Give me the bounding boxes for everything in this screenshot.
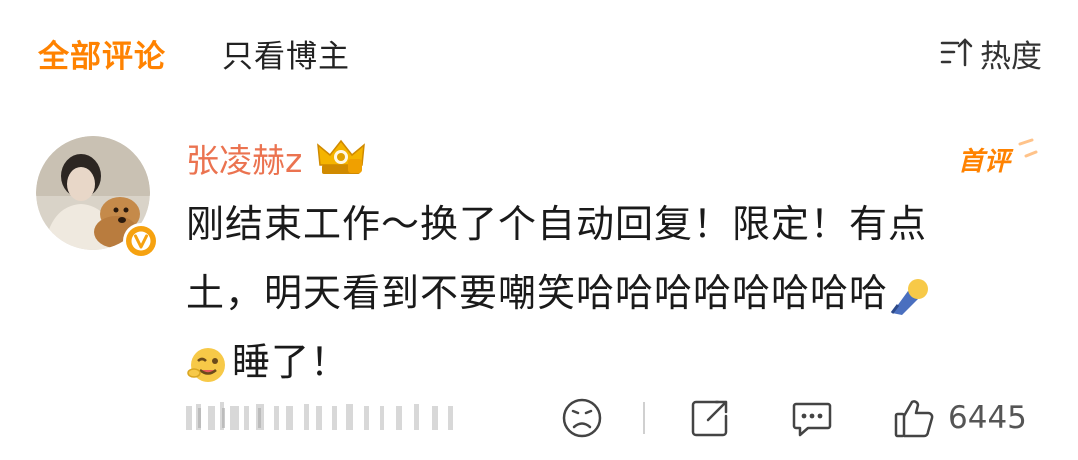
- sort-label: 热度: [980, 38, 1042, 75]
- blurred-timestamp: [186, 402, 453, 430]
- comment-username-row: 张凌赫z: [186, 134, 368, 182]
- like-button[interactable]: 6445: [892, 388, 1027, 448]
- first-comment-badge: 首评: [958, 138, 1038, 177]
- share-icon: [691, 400, 728, 437]
- comment-line-2: 土，明天看到不要嘲笑哈哈哈哈哈哈哈哈: [186, 271, 889, 315]
- sort-icon: [940, 38, 973, 67]
- avatar[interactable]: [36, 136, 159, 259]
- crown-badge-icon: [317, 139, 366, 174]
- wink-emoji-icon: [187, 347, 225, 382]
- dislike-button[interactable]: [560, 388, 604, 448]
- action-divider: [643, 402, 645, 434]
- comment-line-3: 睡了！: [232, 340, 350, 384]
- comment-tabs: 全部评论 只看博主: [38, 28, 350, 78]
- tab-only-owner[interactable]: 只看博主: [222, 31, 350, 76]
- thumbs-up-icon: [894, 400, 934, 438]
- comment-icon: [792, 402, 832, 437]
- comment-line-2-wrap: 土，明天看到不要嘲笑哈哈哈哈哈哈哈哈: [186, 259, 1046, 328]
- comment-actions: 6445: [0, 388, 1078, 448]
- first-comment-text: 首评: [958, 147, 1014, 177]
- username[interactable]: 张凌赫z: [186, 134, 302, 182]
- comment-line-3-wrap: 睡了！: [186, 328, 1046, 397]
- tab-all-comments[interactable]: 全部评论: [38, 31, 166, 76]
- sad-face-icon: [562, 398, 602, 438]
- sort-button[interactable]: 热度: [938, 28, 1042, 78]
- like-count: 6445: [948, 400, 1027, 436]
- comment-content: 刚结束工作～换了个自动回复！限定！有点 土，明天看到不要嘲笑哈哈哈哈哈哈哈哈 睡…: [186, 190, 1046, 397]
- comment-button[interactable]: [790, 388, 834, 448]
- sleepy-emoji-icon: [890, 278, 929, 315]
- verified-icon: [123, 223, 159, 259]
- share-button[interactable]: [688, 388, 732, 448]
- comment-line-1: 刚结束工作～换了个自动回复！限定！有点: [186, 202, 928, 246]
